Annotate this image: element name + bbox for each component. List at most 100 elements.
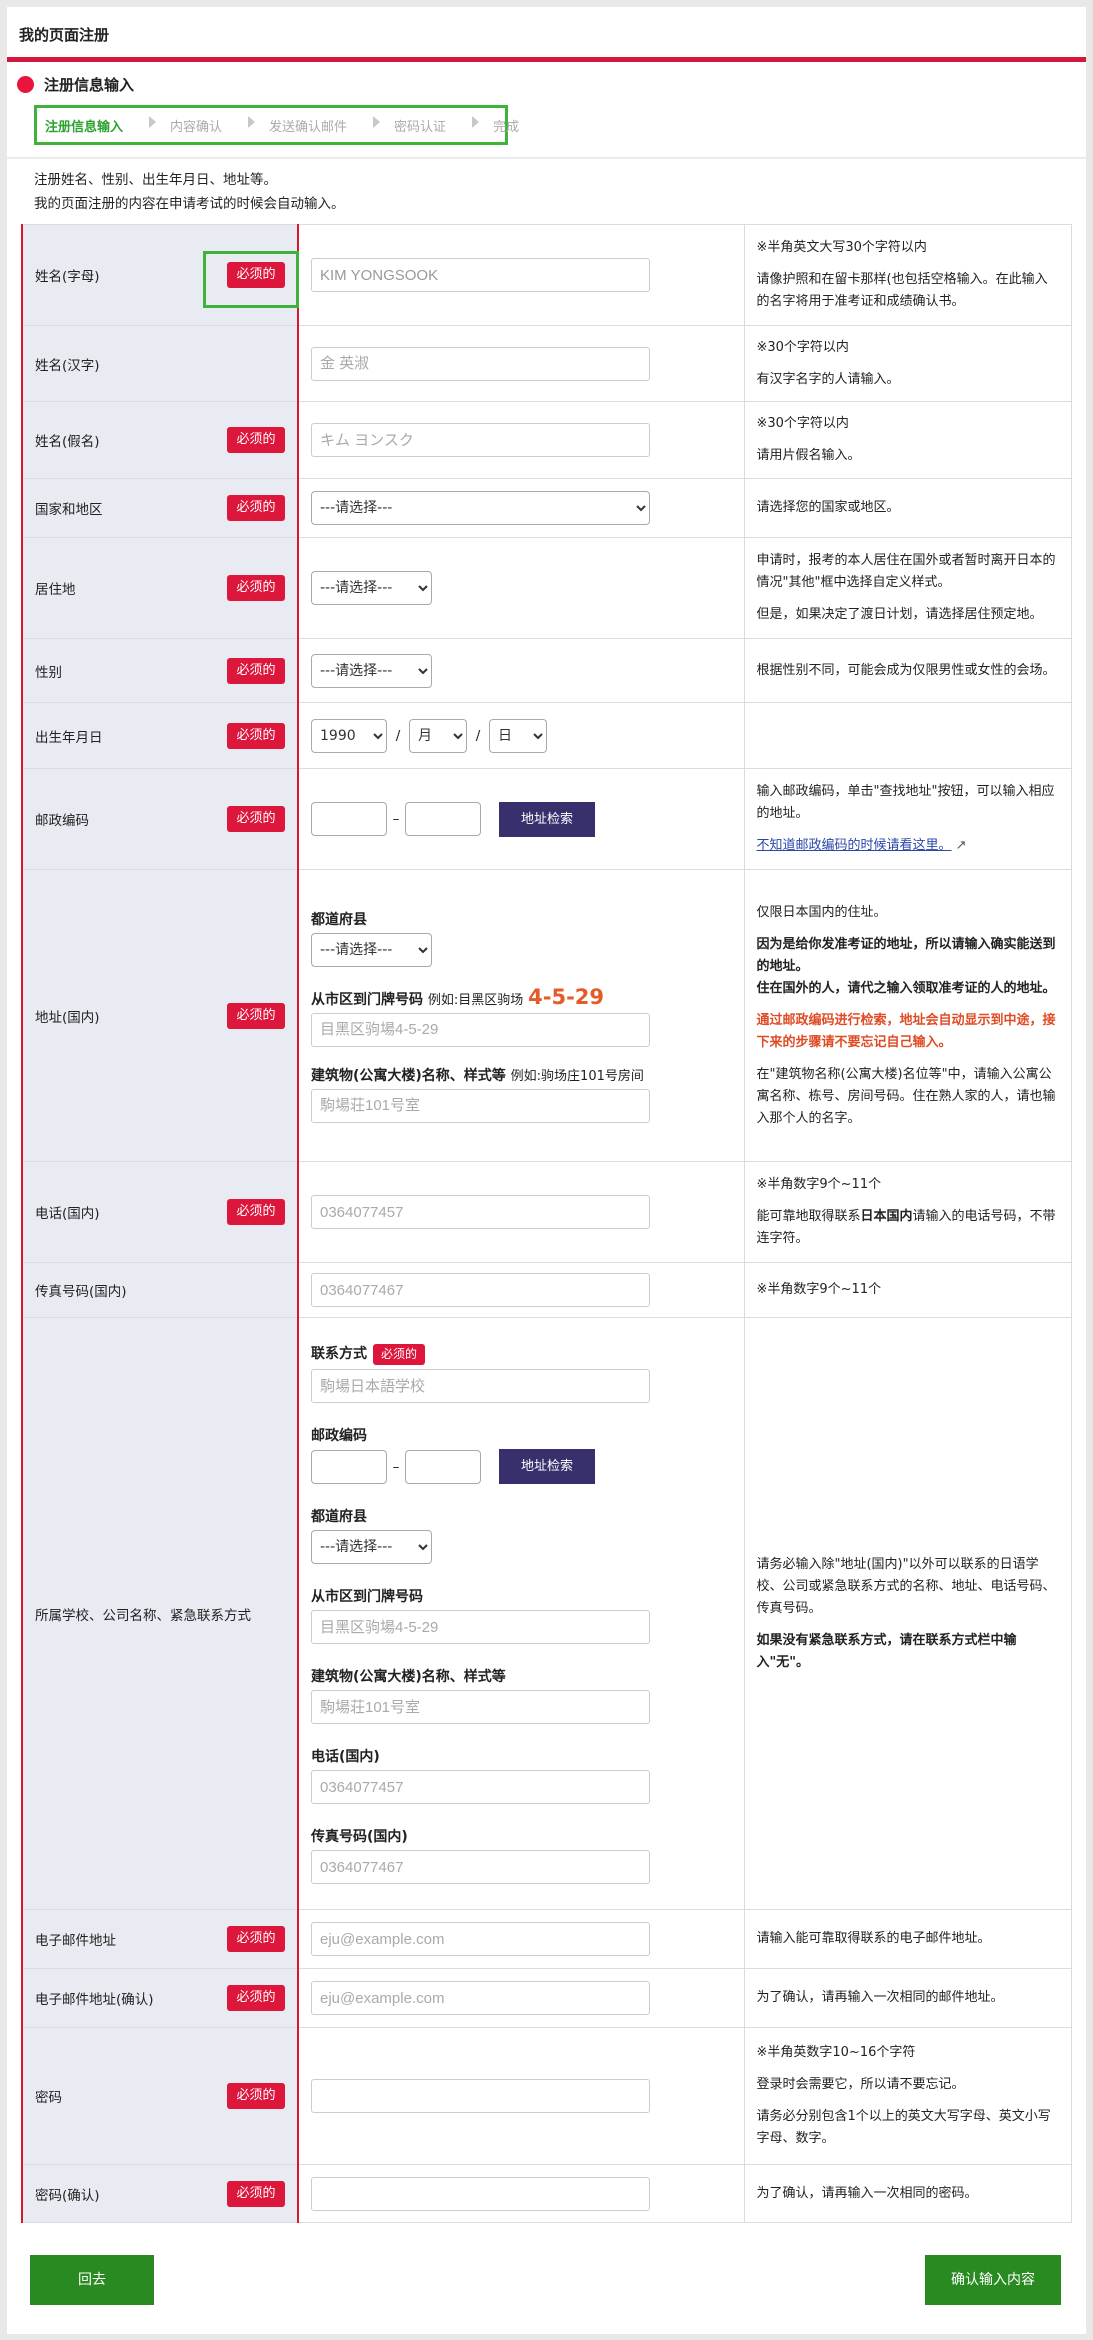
name-alpha-input[interactable]	[311, 258, 650, 292]
city-input[interactable]	[311, 1012, 650, 1047]
row-name-kanji: 姓名(汉字) ※30个字符以内有汉字名字的人请输入。	[21, 325, 1072, 402]
row-birth: 出生年月日 必须的 1990 / 月 / 日	[21, 702, 1072, 769]
required-badge: 必须的	[227, 657, 285, 684]
row-password: 密码 必须的 ※半角英数字10~16个字符 登录时会需要它，所以请不要忘记。 请务必分…	[21, 2027, 1072, 2165]
intro-line: 我的页面注册的内容在申请考试的时候会自动输入。	[34, 196, 345, 212]
name-kana-input[interactable]	[311, 423, 650, 457]
contact-fax-input[interactable]	[311, 1850, 650, 1884]
label-birth: 出生年月日	[35, 729, 103, 746]
note: ※半角数字9个~11个	[756, 1282, 882, 1297]
label-name-kanji: 姓名(汉字)	[35, 357, 100, 374]
address-search-button[interactable]: 地址检索	[499, 801, 595, 837]
row-fax: 传真号码(国内) ※半角数字9个~11个	[21, 1262, 1072, 1318]
page-title: 我的页面注册	[19, 26, 110, 44]
note: 如果没有紧急联系方式，请在联系方式栏中输入"无"。	[756, 1632, 1017, 1670]
divider	[7, 157, 1086, 159]
note: ※半角英数字10~16个字符	[756, 2045, 916, 2060]
city-label: 从市区到门牌号码 例如:目黑区驹场 4-5-29	[311, 984, 605, 1009]
row-email: 电子邮件地址 必须的 请输入能可靠取得联系的电子邮件地址。	[21, 1909, 1072, 1969]
fax-input[interactable]	[311, 1273, 650, 1307]
note: 仅限日本国内的住址。	[756, 904, 887, 920]
label-address: 地址(国内)	[35, 1009, 100, 1026]
row-email-confirm: 电子邮件地址(确认) 必须的 为了确认，请再输入一次相同的邮件地址。	[21, 1968, 1072, 2028]
row-password-confirm: 密码(确认) 必须的 为了确认，请再输入一次相同的密码。	[21, 2164, 1072, 2223]
pref-select[interactable]: ---请选择---	[311, 932, 432, 967]
email-input[interactable]	[311, 1922, 650, 1956]
contact-postal-1-input[interactable]	[311, 1449, 387, 1484]
contact-phone-label: 电话(国内)	[311, 1749, 380, 1765]
note: ※半角数字9个~11个	[756, 1177, 882, 1192]
country-select[interactable]: ---请选择---	[311, 491, 650, 525]
note: 为了确认，请再输入一次相同的邮件地址。	[756, 1990, 1004, 2005]
label-country: 国家和地区	[35, 502, 103, 518]
phone-input[interactable]	[311, 1195, 650, 1229]
row-postal: 邮政编码 必须的 – 地址检索 输入邮政编码，单击"查找地址"按钮，可以输入相应的地…	[21, 768, 1072, 870]
birth-day-select[interactable]: 日	[489, 718, 547, 753]
label-gender: 性别	[35, 664, 62, 681]
back-button[interactable]: 回去	[30, 2255, 154, 2305]
contact-building-label: 建筑物(公寓大楼)名称、样式等	[311, 1669, 506, 1685]
required-badge: 必须的	[227, 427, 285, 453]
note: 住在国外的人，请代之输入领取准考证的人的地址。	[756, 980, 1056, 996]
password-input[interactable]	[311, 2079, 650, 2113]
birth-year-select[interactable]: 1990	[311, 718, 387, 753]
contact-address-search-button[interactable]: 地址检索	[499, 1449, 595, 1484]
postal-code-2-input[interactable]	[405, 802, 481, 836]
contact-postal-label: 邮政编码	[311, 1428, 367, 1444]
header-rule	[7, 57, 1086, 62]
slash: /	[475, 727, 481, 744]
birth-month-select[interactable]: 月	[409, 718, 467, 753]
row-name-kana: 姓名(假名) 必须的 ※30个字符以内请用片假名输入。	[21, 401, 1072, 479]
section-heading: 注册信息输入	[7, 72, 1086, 97]
step-5: 完成	[493, 119, 520, 135]
note: 输入邮政编码，单击"查找地址"按钮，可以输入相应的地址。	[756, 784, 1055, 821]
residence-select[interactable]: ---请选择---	[311, 571, 432, 605]
red-dot-icon	[17, 76, 34, 93]
contact-postal-2-input[interactable]	[405, 1449, 481, 1484]
row-country: 国家和地区 必须的 ---请选择--- 请选择您的国家或地区。	[21, 478, 1072, 538]
contact-building-input[interactable]	[311, 1690, 650, 1724]
dash: –	[392, 811, 400, 827]
postal-help-link[interactable]: 不知道邮政编码的时候请看这里。	[757, 838, 952, 853]
note: 申请时，报考的本人居住在国外或者暂时离开日本的情况"其他"框中选择自定义样式。	[756, 553, 1056, 590]
required-badge: 必须的	[227, 1926, 285, 1952]
label-name-alpha: 姓名(字母)	[35, 269, 100, 285]
registration-form: 姓名(字母) 必须的 ※半角英文大写30个字符以内请像护照和在留卡那样(也包括空格…	[21, 224, 1072, 2223]
required-badge: 必须的	[227, 1985, 285, 2011]
note: 为了确认，请再输入一次相同的密码。	[756, 2185, 978, 2201]
note: 通过邮政编码进行检索，地址会自动显示到中途，接下来的步骤请不要忘记自己输入。	[756, 1012, 1056, 1050]
note: 请选择您的国家或地区。	[756, 500, 900, 515]
note: ※半角英文大写30个字符以内	[756, 240, 927, 255]
label-password: 密码	[35, 2090, 62, 2106]
contact-input[interactable]	[311, 1369, 650, 1403]
contact-city-input[interactable]	[311, 1610, 650, 1644]
note: 请务必分别包含1个以上的英文大写字母、英文小写字母、数字。	[756, 2109, 1051, 2146]
row-residence: 居住地 必须的 ---请选择--- 申请时，报考的本人居住在国外或者暂时离开日本的…	[21, 537, 1072, 639]
external-link-icon: ↗	[955, 838, 967, 853]
email-confirm-input[interactable]	[311, 1981, 650, 2015]
contact-phone-input[interactable]	[311, 1770, 650, 1804]
row-name-alpha: 姓名(字母)必须的 ※半角英文大写30个字符以内请像护照和在留卡那样(也包括空格…	[21, 224, 1072, 326]
name-kanji-input[interactable]	[311, 346, 650, 381]
required-badge: 必须的	[227, 1002, 285, 1029]
note: 能可靠地取得联系日本国内请输入的电话号码，不带连字符。	[756, 1209, 1056, 1246]
highlight-box	[203, 251, 299, 308]
intro-text: 注册姓名、性别、出生年月日、地址等。 我的页面注册的内容在申请考试的时候会自动输…	[34, 168, 345, 216]
required-badge: 必须的	[227, 575, 285, 601]
step-4: 密码认证	[394, 119, 447, 135]
gender-select[interactable]: ---请选择---	[311, 653, 432, 688]
contact-label: 联系方式 必须的	[311, 1343, 732, 1365]
row-gender: 性别 必须的 ---请选择--- 根据性别不同，可能会成为仅限男性或女性的会场。	[21, 638, 1072, 703]
note: 但是，如果决定了渡日计划，请选择居住预定地。	[756, 607, 1043, 622]
password-confirm-input[interactable]	[311, 2176, 650, 2211]
note: 有汉字名字的人请输入。	[756, 371, 900, 387]
postal-code-1-input[interactable]	[311, 802, 387, 836]
note: ※30个字符以内	[756, 339, 849, 355]
dash: –	[392, 1458, 400, 1475]
step-3: 发送确认邮件	[269, 119, 348, 135]
building-input[interactable]	[311, 1088, 650, 1123]
required-badge: 必须的	[373, 1344, 426, 1365]
label-email-confirm: 电子邮件地址(确认)	[35, 1992, 154, 2008]
contact-pref-select[interactable]: ---请选择---	[311, 1530, 432, 1564]
confirm-button[interactable]: 确认输入内容	[925, 2255, 1061, 2305]
